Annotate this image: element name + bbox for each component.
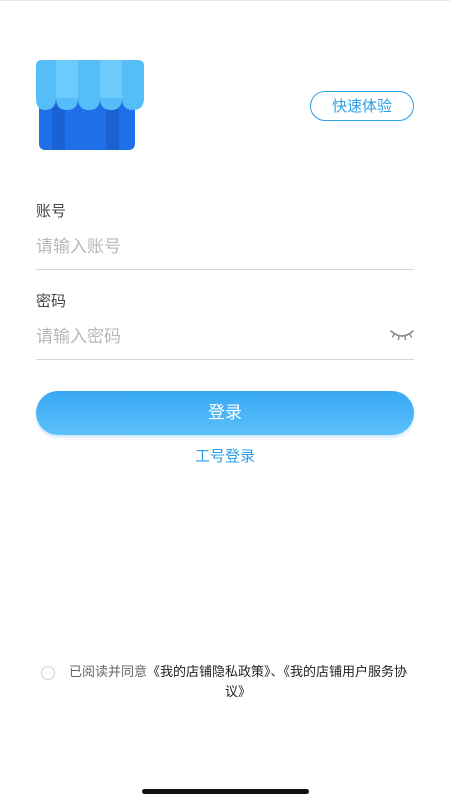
shop-storefront-icon [36,60,144,150]
account-underline [36,269,414,270]
agreement-prefix: 已阅读并同意 [68,665,147,680]
privacy-policy-link[interactable]: 《我的店铺隐私政策》 [147,665,271,680]
quick-experience-button[interactable]: 快速体验 [310,91,414,121]
account-input[interactable] [36,232,382,262]
eye-closed-icon[interactable] [390,328,414,342]
home-indicator[interactable] [142,789,309,794]
agreement-checkbox[interactable] [41,666,55,680]
password-underline [36,359,414,360]
login-button[interactable]: 登录 [36,391,414,435]
status-bar-divider [0,0,450,1]
agreement-separator: 、 [270,665,284,680]
account-label: 账号 [36,202,67,220]
employee-id-login-link[interactable]: 工号登录 [0,446,450,466]
password-input[interactable] [36,322,382,352]
password-label: 密码 [36,292,67,310]
agreement-text: 已阅读并同意《我的店铺隐私政策》、《我的店铺用户服务协议》 [65,663,411,703]
